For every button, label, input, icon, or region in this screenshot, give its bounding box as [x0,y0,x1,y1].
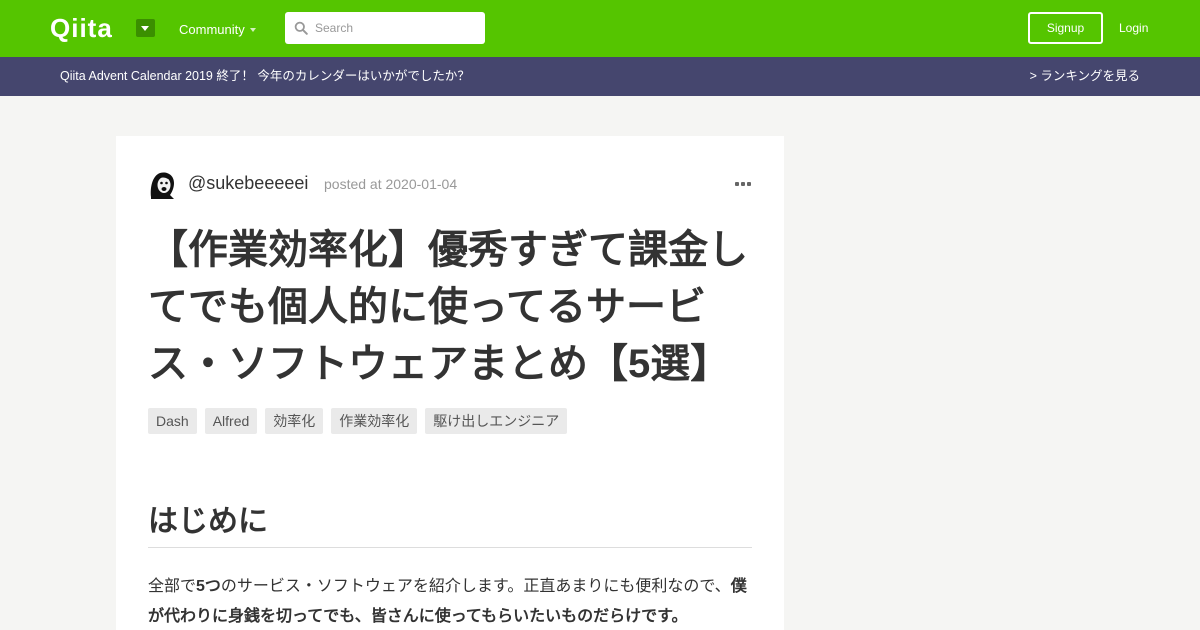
search-input[interactable] [315,12,480,44]
tag-list: Dash Alfred 効率化 作業効率化 駆け出しエンジニア [148,408,568,434]
section-heading: はじめに [148,500,752,548]
announcement-banner: Qiita Advent Calendar 2019 終了！ 今年のカレンダーは… [0,57,1200,96]
more-horizontal-icon[interactable] [735,177,753,191]
banner-text[interactable]: Qiita Advent Calendar 2019 終了！ 今年のカレンダーは… [60,69,470,84]
community-chevron-down-icon [250,28,256,32]
search-box [285,12,485,44]
intro-paragraph: 全部で5つのサービス・ソフトウェアを紹介します。正直あまりにも便利なので、僕が代… [148,572,754,630]
qiita-logo[interactable]: Qiita [50,15,113,41]
article-card: @sukebeeeeei posted at 2020-01-04 【作業効率化… [116,136,784,630]
intro-text-2: のサービス・ソフトウェアを紹介します。正直あまりにも便利なので、 [220,578,731,595]
intro-text-1: 全部で [148,578,197,595]
intro-bold-1: 5つ [196,578,221,595]
author-username[interactable]: @sukebeeeeei [188,173,308,193]
community-menu[interactable]: Community [179,22,245,38]
ranking-link[interactable]: > ランキングを見る [1030,69,1140,84]
signup-button[interactable]: Signup [1028,12,1103,44]
top-navbar: Qiita Community Signup Login [0,0,1200,57]
logo-menu-caret-down-icon[interactable] [136,19,155,37]
search-icon [294,21,308,35]
tag-beginner-engineer[interactable]: 駆け出しエンジニア [425,408,568,434]
article-title: 【作業効率化】優秀すぎて課金してでも個人的に使ってるサービス・ソフトウェアまとめ… [148,228,748,386]
posted-date: posted at 2020-01-04 [324,176,458,192]
tag-alfred[interactable]: Alfred [204,408,258,434]
author-avatar[interactable] [148,170,177,199]
tag-efficiency[interactable]: 効率化 [265,408,324,434]
tag-dash[interactable]: Dash [148,408,197,434]
tag-work-efficiency[interactable]: 作業効率化 [331,408,418,434]
login-link[interactable]: Login [1119,20,1148,36]
